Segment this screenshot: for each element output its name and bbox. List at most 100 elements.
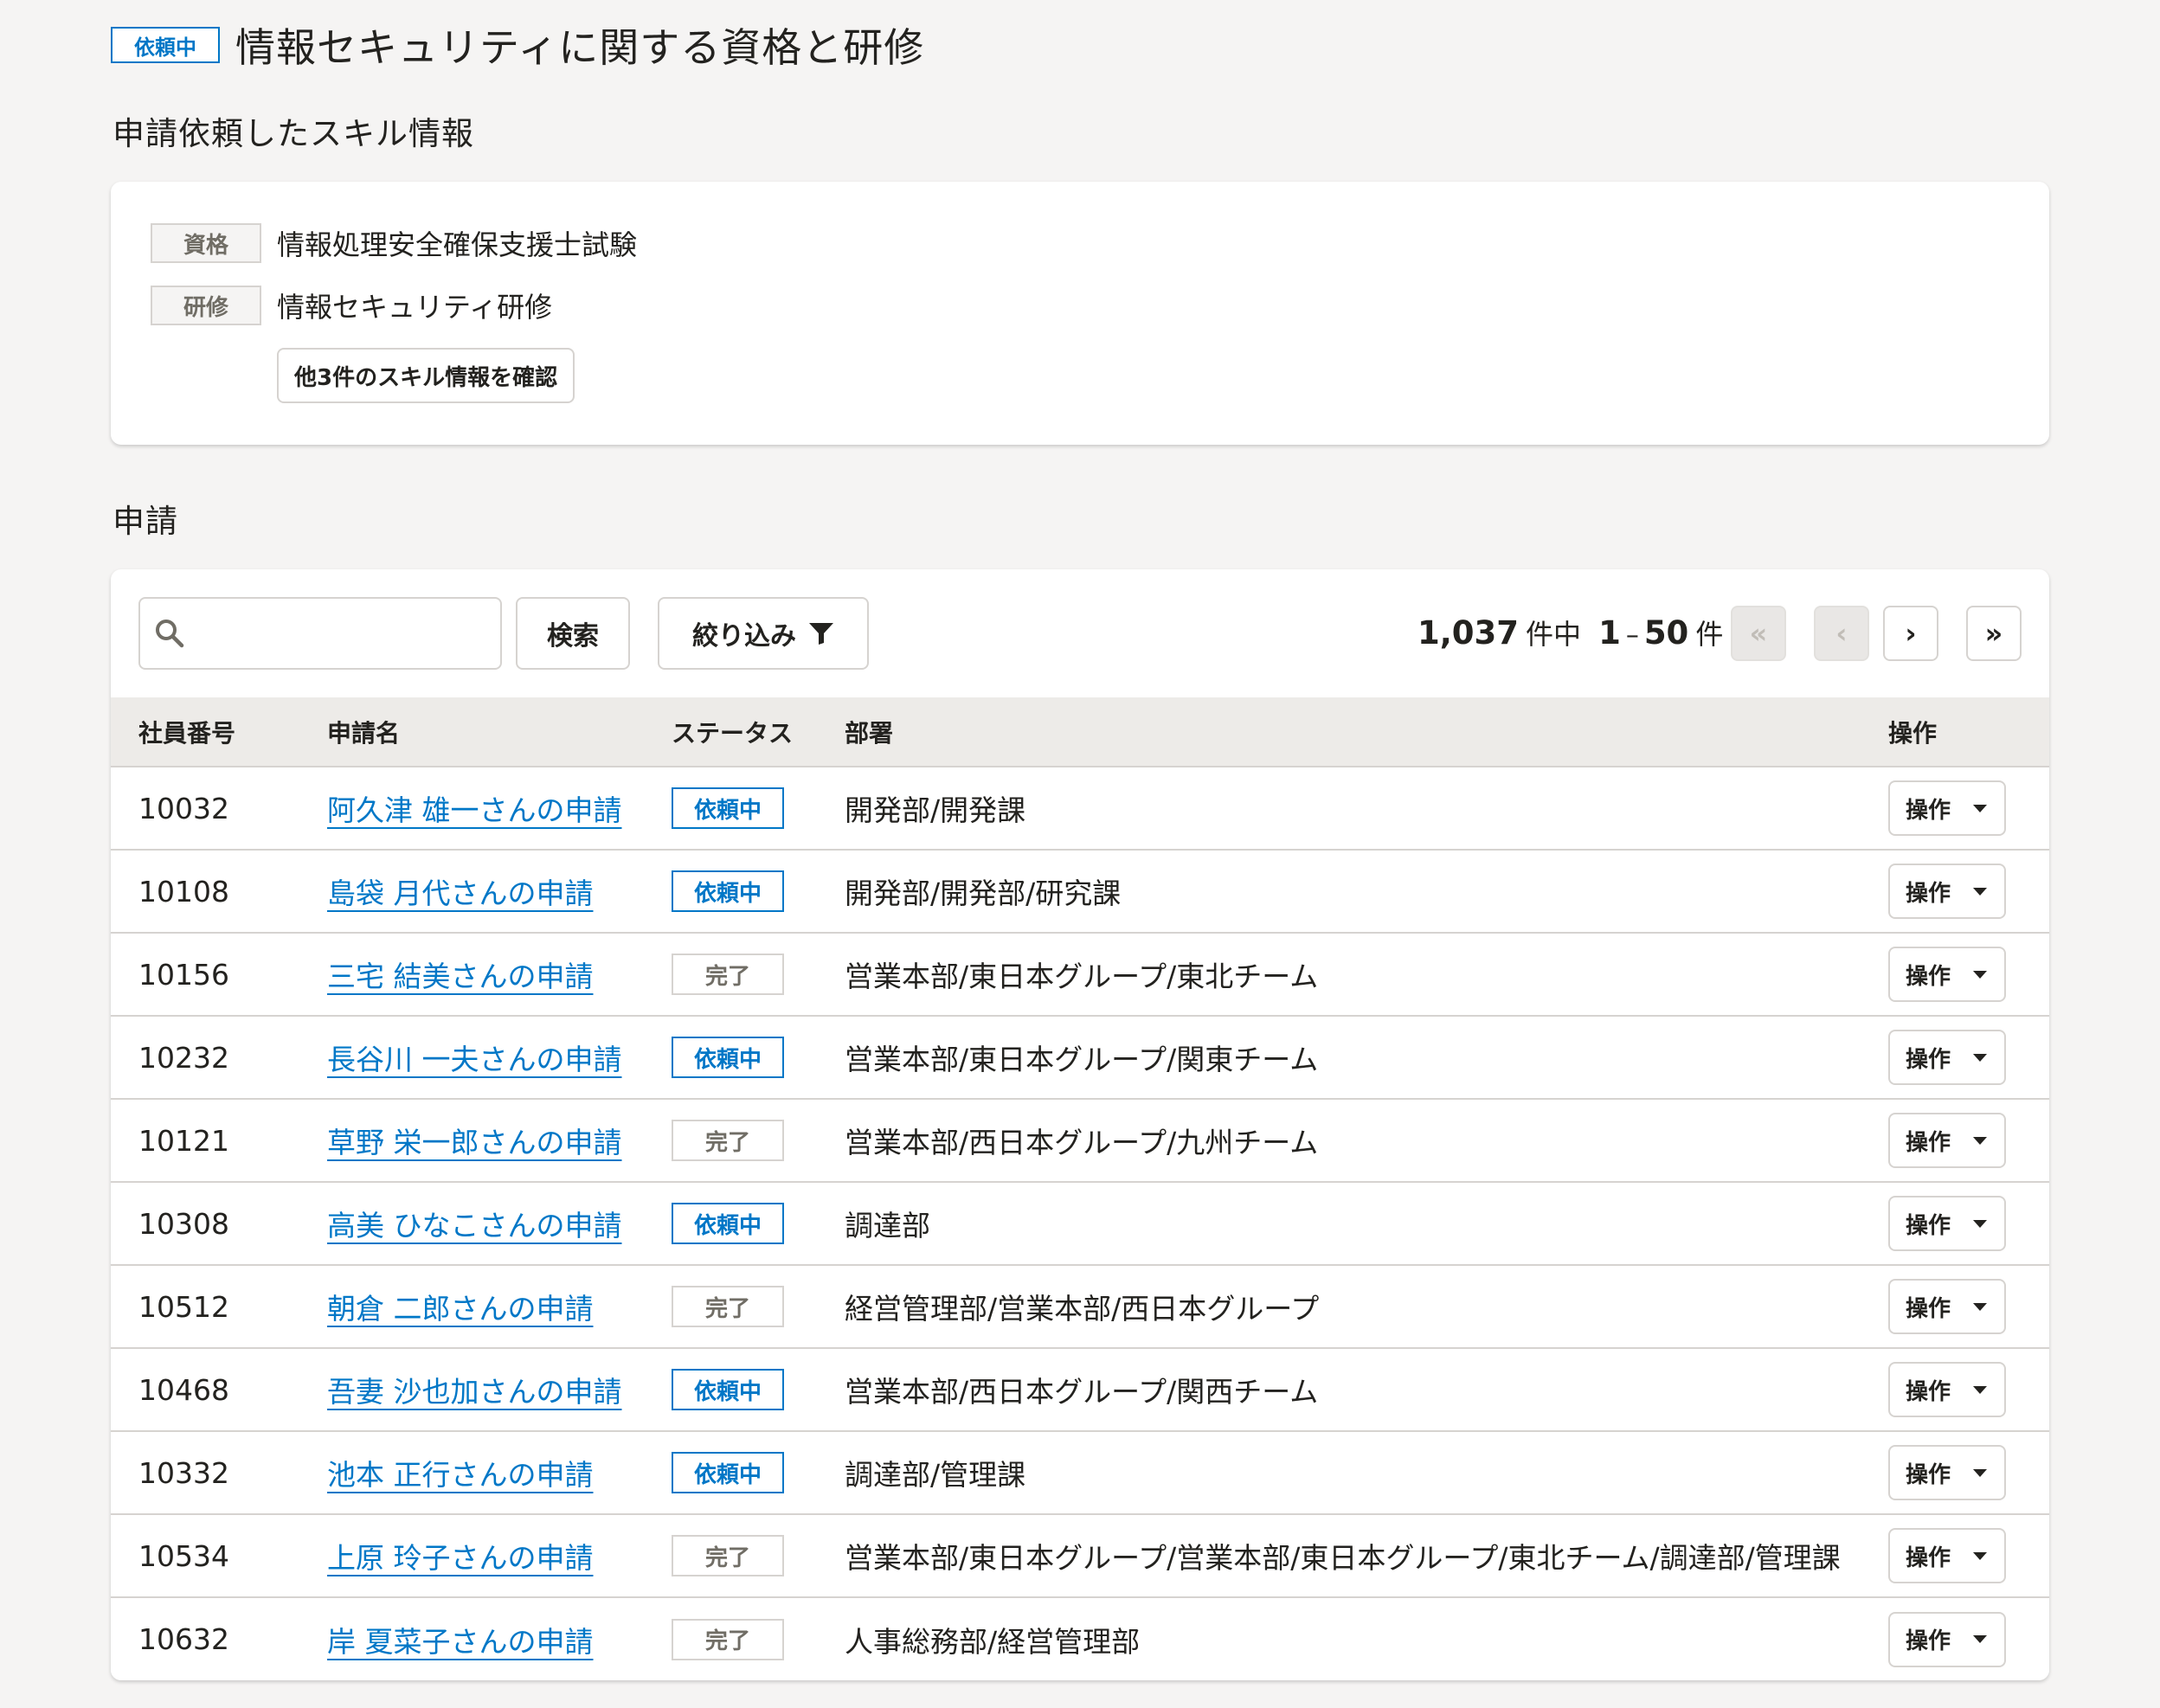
column-header-actions: 操作 xyxy=(1888,718,1938,748)
department: 開発部/開発部/研究課 xyxy=(845,876,1122,910)
application-link[interactable]: 朝倉 二郎さんの申請 xyxy=(327,1292,594,1326)
row-actions-label: 操作 xyxy=(1906,1046,1951,1073)
search-box[interactable] xyxy=(138,597,502,670)
skill-item: 資格 情報処理安全確保支援士試験 xyxy=(151,223,637,263)
department: 営業本部/東日本グループ/営業本部/東日本グループ/東北チーム/調達部/管理課 xyxy=(845,1541,1841,1575)
column-header-employee-id: 社員番号 xyxy=(138,718,236,748)
row-actions-label: 操作 xyxy=(1906,1544,1951,1571)
row-actions-button[interactable]: 操作 xyxy=(1888,947,2006,1002)
row-actions-button[interactable]: 操作 xyxy=(1888,1279,2006,1334)
page-header: 依頼中 情報セキュリティに関する資格と研修 xyxy=(111,17,924,73)
filter-button-label: 絞り込み xyxy=(692,621,796,652)
skill-tag: 資格 xyxy=(151,223,261,263)
status-badge: 依頼中 xyxy=(672,787,784,829)
page-title: 情報セキュリティに関する資格と研修 xyxy=(235,24,925,71)
row-actions-button[interactable]: 操作 xyxy=(1888,1611,2006,1667)
table-row: 10032 阿久津 雄一さんの申請 依頼中 開発部/開発課 操作 xyxy=(111,767,2049,850)
employee-id: 10632 xyxy=(138,1622,229,1656)
total-count-unit: 件中 xyxy=(1526,618,1582,651)
row-actions-label: 操作 xyxy=(1906,1378,1951,1405)
caret-down-icon xyxy=(1973,1635,1987,1643)
status-badge: 完了 xyxy=(672,1535,784,1576)
double-chevron-left-icon: « xyxy=(1749,617,1768,650)
employee-id: 10156 xyxy=(138,957,229,992)
department: 調達部 xyxy=(845,1209,930,1242)
prev-page-button[interactable]: ‹ xyxy=(1814,606,1869,661)
application-link[interactable]: 池本 正行さんの申請 xyxy=(327,1458,594,1492)
caret-down-icon xyxy=(1973,1302,1987,1311)
table-row: 10332 池本 正行さんの申請 依頼中 調達部/管理課 操作 xyxy=(111,1431,2049,1514)
application-link[interactable]: 岸 夏菜子さんの申請 xyxy=(327,1625,594,1659)
employee-id: 10032 xyxy=(138,791,229,825)
application-link[interactable]: 長谷川 一夫さんの申請 xyxy=(327,1043,622,1076)
range-separator: – xyxy=(1625,620,1639,651)
caret-down-icon xyxy=(1973,1053,1987,1062)
row-actions-label: 操作 xyxy=(1906,880,1951,907)
department: 営業本部/東日本グループ/関東チーム xyxy=(845,1043,1319,1076)
caret-down-icon xyxy=(1973,1219,1987,1228)
table-row: 10468 吾妻 沙也加さんの申請 依頼中 営業本部/西日本グループ/関西チーム 操作 xyxy=(111,1348,2049,1431)
page: 依頼中 情報セキュリティに関する資格と研修 申請依頼したスキル情報 資格 情報処… xyxy=(0,0,2160,1708)
row-actions-label: 操作 xyxy=(1906,1212,1951,1239)
row-actions-button[interactable]: 操作 xyxy=(1888,1196,2006,1251)
caret-down-icon xyxy=(1973,1385,1987,1394)
row-actions-button[interactable]: 操作 xyxy=(1888,1362,2006,1417)
skill-section-title: 申請依頼したスキル情報 xyxy=(112,115,474,152)
row-actions-label: 操作 xyxy=(1906,1129,1951,1156)
application-link[interactable]: 高美 ひなこさんの申請 xyxy=(327,1209,622,1242)
status-badge: 依頼中 xyxy=(672,870,784,912)
employee-id: 10332 xyxy=(138,1455,229,1490)
table-toolbar: 検索 絞り込み 1,037 件中 1 – 50 件 « ‹ › » xyxy=(111,569,2049,697)
employee-id: 10232 xyxy=(138,1040,229,1075)
employee-id: 10468 xyxy=(138,1372,229,1407)
application-link[interactable]: 上原 玲子さんの申請 xyxy=(327,1541,594,1575)
search-button[interactable]: 検索 xyxy=(516,597,630,670)
filter-button[interactable]: 絞り込み xyxy=(658,597,869,670)
row-actions-button[interactable]: 操作 xyxy=(1888,780,2006,836)
department: 営業本部/西日本グループ/九州チーム xyxy=(845,1126,1319,1159)
caret-down-icon xyxy=(1973,887,1987,896)
table-header-row: 社員番号 申請名 ステータス 部署 操作 xyxy=(111,697,2049,767)
status-badge: 依頼中 xyxy=(672,1369,784,1410)
total-count: 1,037 xyxy=(1418,614,1520,652)
employee-id: 10108 xyxy=(138,874,229,909)
table-row: 10534 上原 玲子さんの申請 完了 営業本部/東日本グループ/営業本部/東日本グル… xyxy=(111,1514,2049,1597)
column-header-department: 部署 xyxy=(845,718,894,748)
show-more-skills-button[interactable]: 他3件のスキル情報を確認 xyxy=(277,348,575,403)
status-badge: 依頼中 xyxy=(672,1037,784,1078)
table-row: 10632 岸 夏菜子さんの申請 完了 人事総務部/経営管理部 操作 xyxy=(111,1597,2049,1680)
applications-table-card: 検索 絞り込み 1,037 件中 1 – 50 件 « ‹ › » 社員番号 申… xyxy=(111,569,2049,1680)
department: 経営管理部/営業本部/西日本グループ xyxy=(845,1292,1320,1326)
row-actions-label: 操作 xyxy=(1906,797,1951,824)
row-actions-button[interactable]: 操作 xyxy=(1888,1113,2006,1168)
row-actions-label: 操作 xyxy=(1906,1461,1951,1488)
application-link[interactable]: 吾妻 沙也加さんの申請 xyxy=(327,1375,622,1409)
skill-tag: 研修 xyxy=(151,286,261,325)
table-row: 10121 草野 栄一郎さんの申請 完了 営業本部/西日本グループ/九州チーム 操作 xyxy=(111,1099,2049,1182)
department: 調達部/管理課 xyxy=(845,1458,1026,1492)
filter-icon xyxy=(809,623,833,645)
employee-id: 10512 xyxy=(138,1289,229,1324)
status-badge: 完了 xyxy=(672,1618,784,1660)
application-link[interactable]: 草野 栄一郎さんの申請 xyxy=(327,1126,622,1159)
status-badge: 依頼中 xyxy=(672,1452,784,1493)
first-page-button[interactable]: « xyxy=(1731,606,1786,661)
skill-name: 情報セキュリティ研修 xyxy=(277,291,553,324)
application-link[interactable]: 三宅 結美さんの申請 xyxy=(327,960,594,993)
next-page-button[interactable]: › xyxy=(1883,606,1938,661)
table-row: 10156 三宅 結美さんの申請 完了 営業本部/東日本グループ/東北チーム 操作 xyxy=(111,933,2049,1016)
caret-down-icon xyxy=(1973,804,1987,812)
row-actions-button[interactable]: 操作 xyxy=(1888,864,2006,919)
last-page-button[interactable]: » xyxy=(1966,606,2022,661)
column-header-status: ステータス xyxy=(672,718,794,748)
application-link[interactable]: 阿久津 雄一さんの申請 xyxy=(327,793,622,827)
status-badge: 依頼中 xyxy=(111,27,220,63)
skill-item: 研修 情報セキュリティ研修 xyxy=(151,286,552,325)
application-link[interactable]: 島袋 月代さんの申請 xyxy=(327,876,594,910)
row-actions-button[interactable]: 操作 xyxy=(1888,1445,2006,1500)
table-row: 10232 長谷川 一夫さんの申請 依頼中 営業本部/東日本グループ/関東チーム 操作 xyxy=(111,1016,2049,1099)
status-badge: 依頼中 xyxy=(672,1203,784,1244)
search-input[interactable] xyxy=(196,611,490,658)
row-actions-button[interactable]: 操作 xyxy=(1888,1528,2006,1583)
row-actions-button[interactable]: 操作 xyxy=(1888,1030,2006,1085)
